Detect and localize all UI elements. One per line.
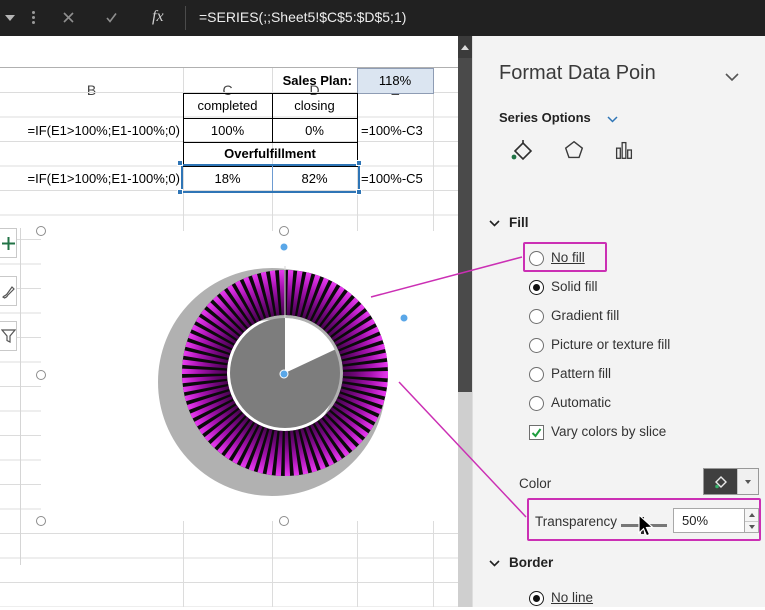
cell-e1[interactable]: 118% [357, 68, 433, 93]
color-label: Color [519, 476, 551, 491]
enter-icon[interactable] [105, 11, 118, 24]
option-solid-fill[interactable]: Solid fill [473, 277, 765, 299]
series-options-chevron-icon[interactable] [607, 116, 618, 123]
radio-gradient-fill[interactable] [529, 309, 544, 324]
option-picture-fill[interactable]: Picture or texture fill [473, 335, 765, 357]
cell-d5[interactable]: 82% [272, 166, 357, 191]
no-line-label: No line [551, 590, 593, 605]
fill-color-dropdown[interactable] [737, 469, 758, 494]
transparency-highlight-box [527, 498, 761, 541]
radio-no-line[interactable] [529, 591, 544, 606]
radio-pattern-fill[interactable] [529, 367, 544, 382]
tab-fill-line[interactable] [505, 134, 539, 166]
format-pane: Format Data Poin Series Options Fill No … [472, 36, 765, 607]
vary-colors-label: Vary colors by slice [551, 424, 666, 439]
series-options-label[interactable]: Series Options [499, 110, 591, 125]
bar-chart-icon [612, 138, 636, 162]
brush-icon [1, 284, 16, 299]
cell-b3[interactable]: =IF(E1>100%;E1-100%;0) [0, 118, 180, 143]
border-header-label: Border [509, 555, 553, 570]
chart-handle-mid-left[interactable] [36, 370, 46, 380]
paint-bucket-small-icon [713, 474, 729, 490]
cell-d2[interactable]: closing [272, 93, 357, 118]
scroll-up-icon [461, 45, 469, 50]
chart-styles-button[interactable] [0, 276, 17, 306]
tab-series-options[interactable] [607, 134, 641, 166]
cell-c3[interactable]: 100% [183, 118, 272, 143]
plus-icon [1, 236, 16, 251]
doughnut-chart[interactable] [41, 231, 458, 521]
pane-title: Format Data Poin [499, 62, 656, 85]
option-automatic[interactable]: Automatic [473, 393, 765, 415]
radio-picture-fill[interactable] [529, 338, 544, 353]
radio-solid-fill[interactable] [529, 280, 544, 295]
cell-b5[interactable]: =IF(E1>100%;E1-100%;0) [0, 166, 180, 191]
chart-handle-bottom-mid[interactable] [279, 516, 289, 526]
cell-overfulfillment[interactable]: Overfulfillment [183, 142, 357, 166]
paint-bucket-icon [510, 138, 534, 162]
datapoint-handle[interactable] [280, 243, 288, 251]
chart-handle-bottom-left[interactable] [36, 516, 46, 526]
collapse-chevron-icon [489, 560, 500, 567]
chart-handle-top-mid[interactable] [279, 226, 289, 236]
sheet-scrollbar[interactable] [458, 36, 472, 607]
cell-e5[interactable]: =100%-C5 [361, 166, 456, 191]
worksheet[interactable]: B C D E Sales Plan: 118% completed closi… [0, 36, 458, 607]
cell-c2[interactable]: completed [183, 93, 272, 118]
option-pattern-fill[interactable]: Pattern fill [473, 364, 765, 386]
fill-header-label: Fill [509, 215, 529, 230]
chart-filters-button[interactable] [0, 321, 17, 351]
picture-fill-label: Picture or texture fill [551, 337, 670, 352]
pattern-fill-label: Pattern fill [551, 366, 611, 381]
cell-c5[interactable]: 18% [183, 166, 272, 191]
cancel-icon[interactable] [62, 11, 75, 24]
more-options-icon[interactable] [32, 11, 35, 14]
chart-handle-top-left[interactable] [36, 226, 46, 236]
option-vary-colors[interactable]: Vary colors by slice [473, 422, 765, 444]
no-fill-highlight-box [523, 242, 607, 272]
solid-fill-label: Solid fill [551, 279, 598, 294]
fill-color-button[interactable] [703, 468, 759, 495]
scrollbar-thumb[interactable] [458, 58, 472, 392]
chart-tools-edge [20, 228, 21, 565]
datapoint-handle[interactable] [280, 370, 288, 378]
tab-effects[interactable] [557, 134, 591, 166]
cell-d3[interactable]: 0% [272, 118, 357, 143]
pane-title-chevron-icon[interactable] [725, 73, 739, 82]
datapoint-handle[interactable] [400, 314, 408, 322]
option-gradient-fill[interactable]: Gradient fill [473, 306, 765, 328]
border-section-header[interactable]: Border [487, 554, 747, 574]
chart-elements-button[interactable] [0, 228, 17, 258]
gradient-fill-label: Gradient fill [551, 308, 619, 323]
option-no-fill[interactable]: No fill [473, 248, 765, 270]
fx-icon[interactable]: fx [152, 8, 164, 26]
fill-section-header[interactable]: Fill [487, 214, 747, 234]
dropdown-arrow-icon [745, 480, 751, 484]
check-icon [530, 426, 543, 439]
funnel-icon [1, 329, 16, 344]
formula-bar-divider [185, 6, 186, 30]
automatic-label: Automatic [551, 395, 611, 410]
formula-text[interactable]: =SERIES(;;Sheet5!$C$5:$D$5;1) [199, 9, 406, 25]
radio-automatic[interactable] [529, 396, 544, 411]
collapse-chevron-icon [489, 220, 500, 227]
cell-e3[interactable]: =100%-C3 [361, 118, 456, 143]
formula-bar: fx =SERIES(;;Sheet5!$C$5:$D$5;1) [0, 0, 765, 36]
cell-sales-plan-label[interactable]: Sales Plan: [183, 68, 352, 93]
namebox-dropdown-icon[interactable] [5, 15, 15, 21]
fill-color-swatch[interactable] [704, 469, 737, 494]
scrollbar-up-button[interactable] [458, 36, 472, 58]
pentagon-icon [562, 138, 586, 162]
vary-colors-checkbox[interactable] [529, 425, 544, 440]
